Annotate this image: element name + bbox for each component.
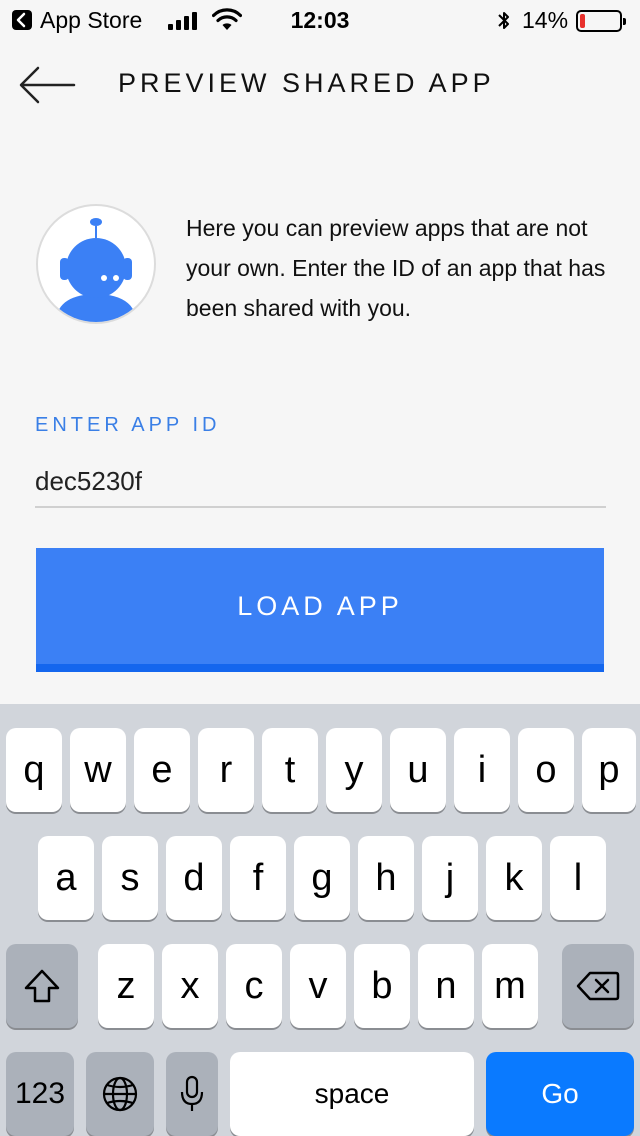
key-y[interactable]: y [326, 728, 382, 812]
key-c[interactable]: c [226, 944, 282, 1028]
numbers-key[interactable]: 123 [6, 1052, 74, 1136]
battery-icon [576, 10, 626, 32]
battery-percent: 14% [522, 7, 569, 33]
key-q[interactable]: q [6, 728, 62, 812]
space-key[interactable]: space [230, 1052, 474, 1136]
intro-description: Here you can preview apps that are not y… [186, 215, 606, 321]
key-j[interactable]: j [422, 836, 478, 920]
keyboard: q w e r t y u i o p a s d f g h j k l z … [0, 704, 640, 1136]
key-v[interactable]: v [290, 944, 346, 1028]
bluetooth-icon [498, 12, 509, 29]
key-k[interactable]: k [486, 836, 542, 920]
microphone-key[interactable] [166, 1052, 218, 1136]
header: PREVIEW SHARED APP [0, 40, 640, 130]
globe-key[interactable] [86, 1052, 154, 1136]
load-app-button[interactable]: LOAD APP [36, 548, 604, 672]
go-key[interactable]: Go [486, 1052, 634, 1136]
key-f[interactable]: f [230, 836, 286, 920]
key-d[interactable]: d [166, 836, 222, 920]
shift-icon [24, 969, 60, 1003]
battery-level-fill [580, 14, 585, 28]
key-l[interactable]: l [550, 836, 606, 920]
key-n[interactable]: n [418, 944, 474, 1028]
key-z[interactable]: z [98, 944, 154, 1028]
key-p[interactable]: p [582, 728, 636, 812]
back-button[interactable] [18, 64, 78, 104]
globe-icon [102, 1076, 138, 1112]
backspace-icon [576, 971, 620, 1001]
robot-avatar-icon [36, 204, 156, 324]
key-i[interactable]: i [454, 728, 510, 812]
page-title: PREVIEW SHARED APP [118, 68, 495, 98]
key-x[interactable]: x [162, 944, 218, 1028]
key-h[interactable]: h [358, 836, 414, 920]
key-u[interactable]: u [390, 728, 446, 812]
key-a[interactable]: a [38, 836, 94, 920]
key-m[interactable]: m [482, 944, 538, 1028]
arrow-left-icon [19, 66, 76, 104]
app-id-label: ENTER APP ID [35, 414, 221, 436]
app-id-input[interactable] [35, 456, 606, 508]
key-g[interactable]: g [294, 836, 350, 920]
key-e[interactable]: e [134, 728, 190, 812]
microphone-icon [180, 1075, 204, 1111]
key-r[interactable]: r [198, 728, 254, 812]
key-o[interactable]: o [518, 728, 574, 812]
key-s[interactable]: s [102, 836, 158, 920]
backspace-key[interactable] [562, 944, 634, 1028]
key-t[interactable]: t [262, 728, 318, 812]
status-bar: App Store 12:03 14% [0, 0, 640, 40]
key-w[interactable]: w [70, 728, 126, 812]
shift-key[interactable] [6, 944, 78, 1028]
key-b[interactable]: b [354, 944, 410, 1028]
